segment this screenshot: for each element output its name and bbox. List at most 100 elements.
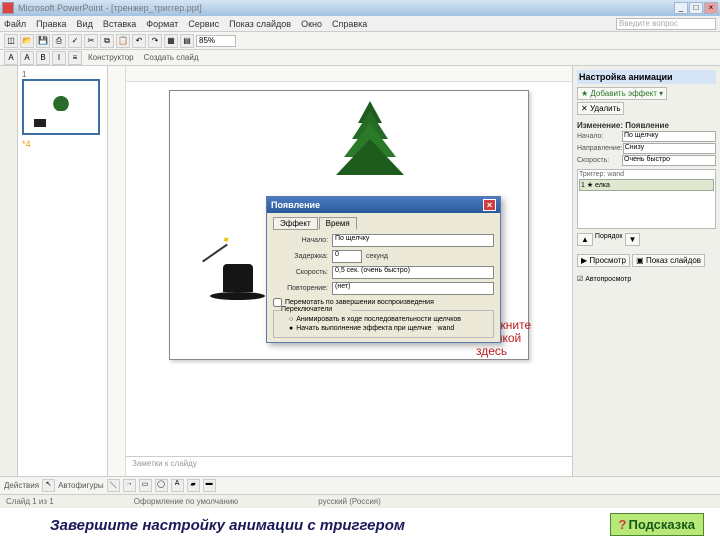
- trigger-option-click[interactable]: ● Начать выполнение эффекта при щелчке w…: [289, 325, 490, 332]
- new-icon[interactable]: ◫: [4, 34, 18, 48]
- fill-icon[interactable]: ▰: [187, 479, 200, 492]
- align-icon[interactable]: ≡: [68, 51, 82, 65]
- minimize-button[interactable]: _: [674, 2, 688, 14]
- menu-view[interactable]: Вид: [77, 19, 93, 29]
- app-icon: [2, 2, 14, 14]
- cut-icon[interactable]: ✂: [84, 34, 98, 48]
- slideshow-button[interactable]: ▣ Показ слайдов: [632, 254, 705, 267]
- speed-label: Скорость:: [577, 157, 622, 164]
- linecolor-icon[interactable]: ▬: [203, 479, 216, 492]
- rect-icon[interactable]: ▭: [139, 479, 152, 492]
- slide-thumb-1[interactable]: [22, 79, 100, 135]
- select-icon[interactable]: ↖: [42, 479, 55, 492]
- table-icon[interactable]: ▦: [164, 34, 178, 48]
- direction-field[interactable]: Снизу: [623, 143, 716, 154]
- actions-menu[interactable]: Действия: [4, 481, 39, 490]
- line-icon[interactable]: ＼: [107, 479, 120, 492]
- start-label: Начало:: [577, 133, 622, 140]
- menu-edit[interactable]: Правка: [36, 19, 66, 29]
- animation-task-pane: Настройка анимации ★ Добавить эффект ▾ ✕…: [572, 66, 720, 476]
- oval-icon[interactable]: ◯: [155, 479, 168, 492]
- hat-icon: [34, 119, 46, 127]
- menu-format[interactable]: Формат: [146, 19, 178, 29]
- print-icon[interactable]: ⎙: [52, 34, 66, 48]
- dlg-speed-label: Скорость:: [273, 269, 328, 276]
- outline-tab-strip[interactable]: [0, 66, 18, 476]
- save-icon[interactable]: 💾: [36, 34, 50, 48]
- dialog-titlebar: Появление ×: [267, 197, 500, 213]
- dlg-delay-field[interactable]: 0: [332, 250, 362, 263]
- status-lang: русский (Россия): [318, 497, 381, 506]
- thumb-number: 1: [22, 70, 103, 79]
- textbox-icon[interactable]: A: [171, 479, 184, 492]
- font-icon[interactable]: A: [4, 51, 18, 65]
- dlg-speed-field[interactable]: 0,5 сек. (очень быстро): [332, 266, 494, 279]
- menu-slideshow[interactable]: Показ слайдов: [229, 19, 291, 29]
- paste-icon[interactable]: 📋: [116, 34, 130, 48]
- ruler-horizontal: [126, 66, 572, 82]
- animation-item[interactable]: 1 ★ елка: [579, 179, 714, 191]
- tab-timing[interactable]: Время: [319, 217, 357, 230]
- tree-icon: [52, 87, 70, 111]
- reorder-up-button[interactable]: ▲: [577, 233, 593, 246]
- hint-button[interactable]: ?Подсказка: [610, 513, 704, 536]
- menubar: Файл Правка Вид Вставка Формат Сервис По…: [0, 16, 720, 32]
- dlg-repeat-field[interactable]: (нет): [332, 282, 494, 295]
- dlg-start-field[interactable]: По щелчку: [332, 234, 494, 247]
- instruction-caption: Завершите настройку анимации с триггером: [50, 517, 405, 534]
- window-title: Microsoft PowerPoint - [тренжер_триггер.…: [18, 3, 674, 13]
- redo-icon[interactable]: ↷: [148, 34, 162, 48]
- magic-hat-image[interactable]: [210, 264, 265, 309]
- trigger-header: Триггер: wand: [579, 171, 714, 178]
- animation-list[interactable]: Триггер: wand 1 ★ елка: [577, 169, 716, 229]
- tab-effect[interactable]: Эффект: [273, 217, 318, 230]
- copy-icon[interactable]: ⧉: [100, 34, 114, 48]
- menu-tools[interactable]: Сервис: [188, 19, 219, 29]
- help-search[interactable]: Введите вопрос: [616, 18, 716, 30]
- autopreview-checkbox[interactable]: ☑ Автопросмотр: [577, 275, 716, 283]
- status-slide: Слайд 1 из 1: [6, 497, 54, 506]
- speed-field[interactable]: Очень быстро: [622, 155, 716, 166]
- trigger-option-sequence[interactable]: ○ Анимировать в ходе последовательности …: [289, 316, 490, 323]
- fontsize-icon[interactable]: A: [20, 51, 34, 65]
- dialog-close-button[interactable]: ×: [483, 199, 496, 211]
- dlg-delay-label: Задержка:: [273, 253, 328, 260]
- animation-indicator-icon[interactable]: *4: [22, 139, 103, 149]
- slide-thumbnails: 1 *4: [18, 66, 108, 476]
- bold-icon[interactable]: B: [36, 51, 50, 65]
- spell-icon[interactable]: ✓: [68, 34, 82, 48]
- maximize-button[interactable]: □: [689, 2, 703, 14]
- italic-icon[interactable]: I: [52, 51, 66, 65]
- trigger-object-field[interactable]: wand: [438, 325, 488, 332]
- menu-help[interactable]: Справка: [332, 19, 367, 29]
- design-button[interactable]: Конструктор: [88, 53, 134, 62]
- standard-toolbar: ◫ 📂 💾 ⎙ ✓ ✂ ⧉ 📋 ↶ ↷ ▦ ▤ 85%: [0, 32, 720, 50]
- titlebar: Microsoft PowerPoint - [тренжер_триггер.…: [0, 0, 720, 16]
- ruler-vertical: [108, 66, 126, 476]
- tree-image[interactable]: [335, 101, 405, 201]
- wand-icon[interactable]: [202, 244, 228, 263]
- status-template: Оформление по умолчанию: [134, 497, 239, 506]
- chart-icon[interactable]: ▤: [180, 34, 194, 48]
- remove-effect-button[interactable]: ✕ Удалить: [577, 102, 624, 115]
- dlg-delay-unit: секунд: [366, 253, 388, 260]
- notes-pane[interactable]: Заметки к слайду: [126, 456, 572, 476]
- close-button[interactable]: ×: [704, 2, 718, 14]
- direction-label: Направление:: [577, 145, 623, 152]
- menu-file[interactable]: Файл: [4, 19, 26, 29]
- drawing-toolbar: Действия ↖ Автофигуры ＼ → ▭ ◯ A ▰ ▬: [0, 476, 720, 494]
- newslide-button[interactable]: Создать слайд: [144, 53, 199, 62]
- undo-icon[interactable]: ↶: [132, 34, 146, 48]
- dialog-title: Появление: [271, 200, 320, 210]
- autoshapes-menu[interactable]: Автофигуры: [58, 481, 104, 490]
- reorder-down-button[interactable]: ▼: [625, 233, 641, 246]
- open-icon[interactable]: 📂: [20, 34, 34, 48]
- statusbar: Слайд 1 из 1 Оформление по умолчанию рус…: [0, 494, 720, 508]
- menu-window[interactable]: Окно: [301, 19, 322, 29]
- zoom-field[interactable]: 85%: [196, 35, 236, 47]
- add-effect-button[interactable]: ★ Добавить эффект ▾: [577, 87, 667, 100]
- start-field[interactable]: По щелчку: [622, 131, 716, 142]
- menu-insert[interactable]: Вставка: [103, 19, 136, 29]
- play-button[interactable]: ▶ Просмотр: [577, 254, 630, 267]
- arrow-icon[interactable]: →: [123, 479, 136, 492]
